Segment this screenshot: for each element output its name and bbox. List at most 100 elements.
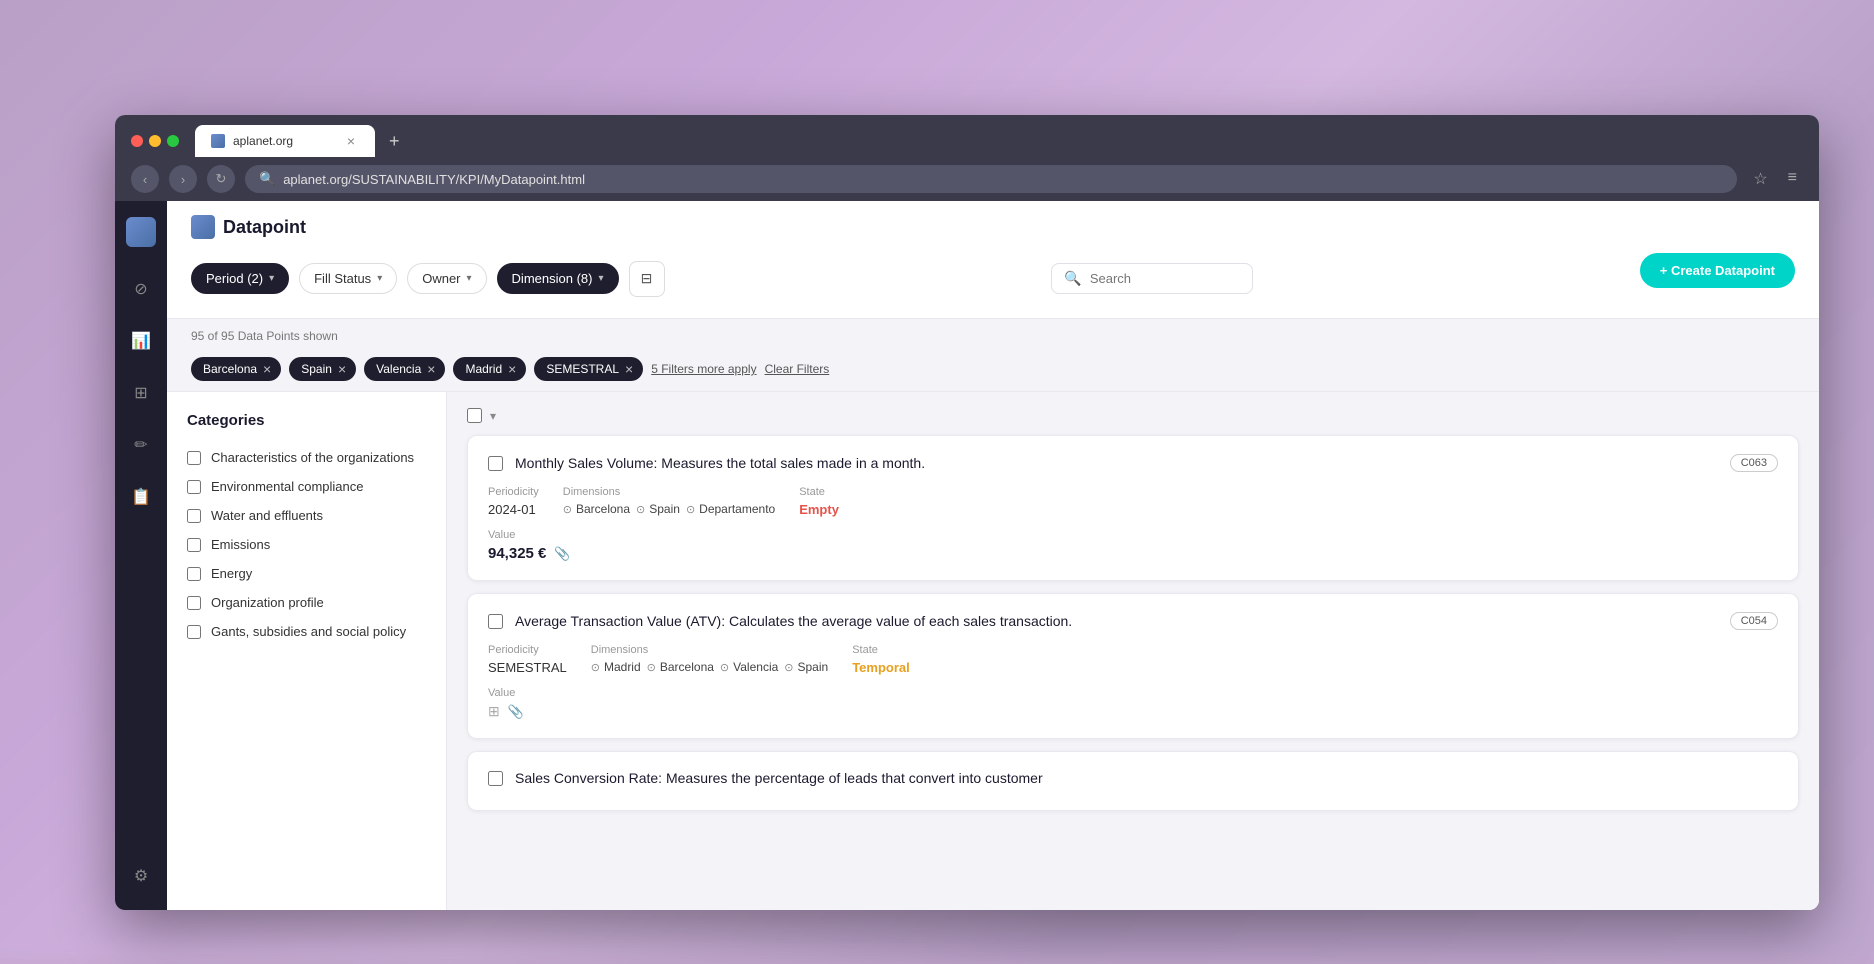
search-bar[interactable]: 🔍 (1051, 263, 1252, 294)
card-badge-0: C063 (1730, 454, 1778, 472)
dim-label-spain2: Spain (798, 660, 829, 674)
filter-icon-button[interactable]: ⊟ (629, 261, 665, 297)
sidebar-icon-grid[interactable]: ⊞ (123, 375, 159, 411)
select-all-checkbox[interactable] (467, 408, 482, 423)
category-label-4: Energy (211, 566, 252, 581)
period-filter-button[interactable]: Period (2) ▾ (191, 263, 289, 294)
table-icon-1: ⊞ (488, 703, 500, 720)
category-item-0[interactable]: Characteristics of the organizations (187, 443, 426, 472)
sidebar-logo[interactable] (126, 217, 156, 247)
datapoint-card-0: Monthly Sales Volume: Measures the total… (467, 435, 1799, 581)
filter-funnel-icon: ⊟ (641, 270, 653, 287)
search-input[interactable] (1090, 271, 1240, 286)
chip-barcelona-label: Barcelona (203, 362, 257, 376)
app-logo: Datapoint (191, 215, 306, 239)
category-label-5: Organization profile (211, 595, 324, 610)
browser-chrome: aplanet.org × + (115, 115, 1819, 157)
category-item-3[interactable]: Emissions (187, 530, 426, 559)
fill-status-label: Fill Status (314, 271, 371, 286)
clear-filters-button[interactable]: Clear Filters (765, 362, 830, 376)
chip-madrid-close[interactable]: × (508, 361, 516, 377)
close-traffic-light[interactable] (131, 135, 143, 147)
card-checkbox-0[interactable] (488, 456, 503, 471)
sidebar-icon-chart[interactable]: 📊 (123, 323, 159, 359)
top-bar: Datapoint Period (2) ▾ Fill Status ▾ Own… (167, 201, 1819, 319)
tab-close-button[interactable]: × (343, 133, 359, 149)
owner-filter-button[interactable]: Owner ▾ (407, 263, 486, 294)
attach-icon-0: 📎 (554, 546, 570, 562)
browser-window: aplanet.org × + ‹ › ↻ 🔍 aplanet.org/SUST… (115, 115, 1819, 910)
dim-label-barcelona2: Barcelona (660, 660, 714, 674)
category-checkbox-1[interactable] (187, 480, 201, 494)
sidebar-icon-home[interactable]: ⊘ (123, 271, 159, 307)
select-dropdown-arrow[interactable]: ▾ (490, 409, 496, 423)
dim-icon-barcelona2: ⊙ (647, 661, 656, 674)
category-item-2[interactable]: Water and effluents (187, 501, 426, 530)
category-checkbox-0[interactable] (187, 451, 201, 465)
category-item-6[interactable]: Gants, subsidies and social policy (187, 617, 426, 646)
card-details-0: Periodicity 2024-01 Dimensions ⊙ Barcelo… (488, 486, 1778, 517)
dim-label-departamento: Departamento (699, 502, 775, 516)
new-tab-button[interactable]: + (379, 127, 410, 156)
dimension-tags-0: ⊙ Barcelona ⊙ Spain ⊙ De (563, 502, 775, 516)
card-title-row-0: Monthly Sales Volume: Measures the total… (488, 454, 1778, 472)
category-checkbox-6[interactable] (187, 625, 201, 639)
forward-icon: › (181, 172, 185, 187)
forward-button[interactable]: › (169, 165, 197, 193)
fill-status-filter-button[interactable]: Fill Status ▾ (299, 263, 397, 294)
browser-tabs: aplanet.org × + (131, 125, 1803, 157)
chip-barcelona-close[interactable]: × (263, 361, 271, 377)
state-label-0: State (799, 486, 1754, 498)
card-checkbox-1[interactable] (488, 614, 503, 629)
reload-button[interactable]: ↻ (207, 165, 235, 193)
sidebar-icon-settings[interactable]: ⚙ (123, 858, 159, 894)
back-button[interactable]: ‹ (131, 165, 159, 193)
categories-title: Categories (187, 412, 426, 429)
address-bar[interactable]: 🔍 aplanet.org/SUSTAINABILITY/KPI/MyDatap… (245, 165, 1737, 193)
reload-icon: ↻ (216, 171, 227, 187)
category-checkbox-2[interactable] (187, 509, 201, 523)
categories-panel: Categories Characteristics of the organi… (167, 392, 447, 910)
tab-favicon (211, 134, 225, 148)
category-item-1[interactable]: Environmental compliance (187, 472, 426, 501)
filter-chips: Barcelona × Spain × Valencia × Madrid × (191, 357, 829, 381)
browser-menu-icon[interactable]: ≡ (1782, 165, 1803, 193)
create-datapoint-button[interactable]: + Create Datapoint (1640, 253, 1795, 288)
sidebar-icon-book[interactable]: 📋 (123, 479, 159, 515)
chip-semestral[interactable]: SEMESTRAL × (534, 357, 643, 381)
category-label-1: Environmental compliance (211, 479, 363, 494)
chip-spain-close[interactable]: × (338, 361, 346, 377)
category-item-5[interactable]: Organization profile (187, 588, 426, 617)
category-checkbox-3[interactable] (187, 538, 201, 552)
active-tab[interactable]: aplanet.org × (195, 125, 375, 157)
periodicity-label-1: Periodicity (488, 644, 567, 656)
dimension-filter-button[interactable]: Dimension (8) ▾ (497, 263, 619, 294)
owner-chevron-icon: ▾ (467, 273, 472, 284)
traffic-lights (131, 135, 179, 147)
value-label-1: Value (488, 687, 1778, 699)
chip-valencia[interactable]: Valencia × (364, 357, 445, 381)
dim-icon-departamento: ⊙ (686, 503, 695, 516)
chip-madrid[interactable]: Madrid × (453, 357, 526, 381)
chip-spain[interactable]: Spain × (289, 357, 356, 381)
dim-tag-madrid: ⊙ Madrid (591, 660, 641, 674)
bookmark-star-icon[interactable]: ☆ (1747, 165, 1773, 193)
minimize-traffic-light[interactable] (149, 135, 161, 147)
state-value-0: Empty (799, 502, 1754, 517)
category-checkbox-5[interactable] (187, 596, 201, 610)
sidebar-icon-pencil[interactable]: ✏ (123, 427, 159, 463)
category-checkbox-4[interactable] (187, 567, 201, 581)
tab-title: aplanet.org (233, 134, 293, 148)
card-checkbox-2[interactable] (488, 771, 503, 786)
category-item-4[interactable]: Energy (187, 559, 426, 588)
more-filters-label[interactable]: 5 Filters more apply (651, 362, 756, 376)
chip-semestral-close[interactable]: × (625, 361, 633, 377)
maximize-traffic-light[interactable] (167, 135, 179, 147)
dim-tag-spain2: ⊙ Spain (784, 660, 828, 674)
datapoint-card-2: Sales Conversion Rate: Measures the perc… (467, 751, 1799, 811)
value-row-0: 94,325 € 📎 (488, 545, 1778, 562)
address-search-icon: 🔍 (259, 171, 275, 187)
filter-row: Period (2) ▾ Fill Status ▾ Owner ▾ Dimen… (191, 253, 1795, 318)
chip-valencia-close[interactable]: × (427, 361, 435, 377)
chip-barcelona[interactable]: Barcelona × (191, 357, 281, 381)
